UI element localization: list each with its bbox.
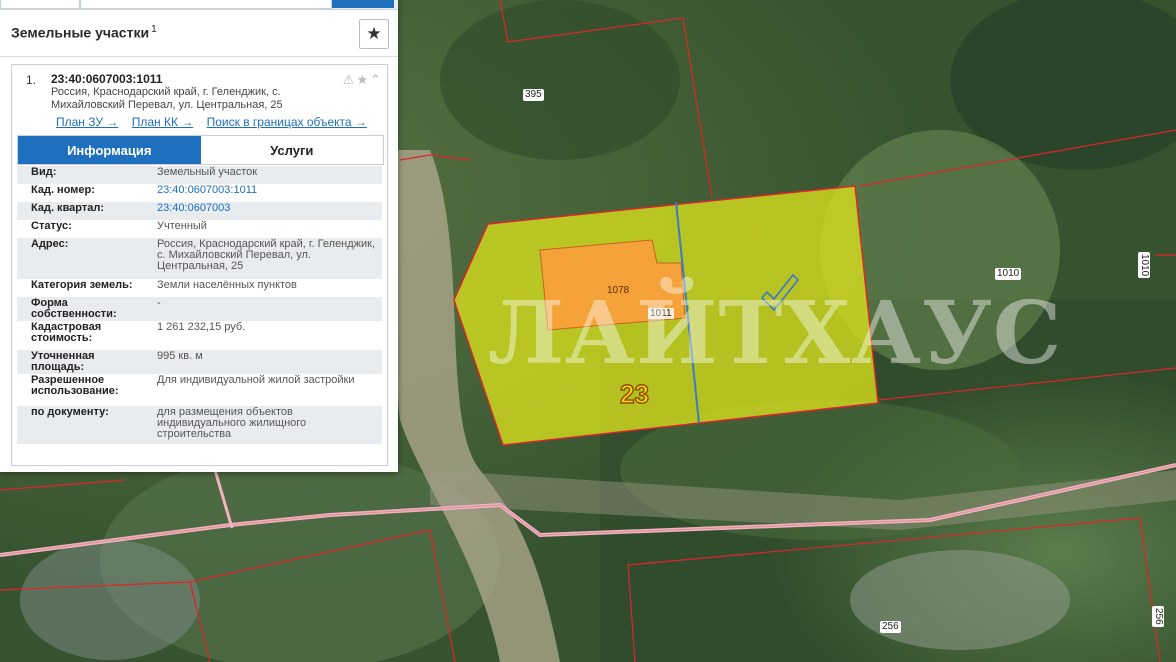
table-row: Адрес: Россия, Краснодарский край, г. Гел… (17, 238, 382, 279)
chevron-up-icon[interactable]: ⌃ (370, 72, 383, 87)
parcel-card: 1. 23:40:0607003:1011 Россия, Краснодарс… (11, 64, 388, 466)
parcel-label-1010: 1010 (995, 268, 1022, 280)
field-value[interactable]: 23:40:0607003 (143, 202, 382, 220)
tab-services[interactable]: Услуги (200, 136, 383, 164)
cadastral-number[interactable]: 23:40:0607003:1011 (51, 72, 162, 86)
field-key: Кад. номер: (31, 184, 95, 196)
card-actions: ⚠★⌃ (343, 72, 383, 88)
field-key: Уточненная площадь: (17, 350, 143, 374)
table-row: Кад. квартал: 23:40:0607003 (17, 202, 382, 220)
card-links: План ЗУ → План КК → Поиск в границах объ… (56, 115, 377, 129)
star-icon: ★ (366, 24, 382, 43)
field-key: Категория земель: (31, 279, 133, 291)
field-key: по документу: (17, 406, 143, 444)
field-key: Форма собственности: (17, 297, 143, 321)
search-in-bounds-link[interactable]: Поиск в границах объекта → (207, 115, 367, 129)
table-row: Кад. номер: 23:40:0607003:1011 (17, 184, 382, 202)
table-row: по документу: для размещения объектов инд… (17, 406, 382, 444)
table-row: Разрешенное использование: Для индивидуал… (17, 374, 382, 406)
tab-info[interactable]: Информация (18, 136, 201, 164)
field-key: Адрес: (17, 238, 143, 279)
table-row: Статус: Учтенный (17, 220, 382, 238)
search-type-select[interactable] (0, 0, 80, 9)
table-row: Кадастровая стоимость: 1 261 232,15 руб. (17, 321, 382, 350)
field-value: Земельный участок (143, 166, 382, 184)
parcel-label-395: 395 (523, 89, 544, 101)
field-value: 1 261 232,15 руб. (157, 321, 246, 333)
field-value: Земли населённых пунктов (157, 279, 297, 291)
field-value: Россия, Краснодарский край, г. Геленджик… (143, 238, 382, 279)
address-line-2: Михайловский Перевал, ул. Центральная, 2… (51, 99, 283, 111)
field-key: Вид: (17, 166, 143, 184)
result-index: 1. (26, 73, 37, 87)
table-row: Форма собственности: - (17, 297, 382, 321)
warning-icon[interactable]: ⚠ (343, 72, 357, 87)
info-table: Вид: Земельный участок Кад. номер: 23:40:06… (17, 166, 382, 444)
parcel-label-256: 256 (880, 621, 901, 633)
watermark: ЛАЙТХАУС (488, 283, 1063, 384)
field-key: Статус: (31, 220, 72, 232)
field-value: для размещения объектов индивидуального … (143, 406, 382, 444)
panel-title-text: Земельные участки (11, 24, 150, 41)
search-bar[interactable] (0, 0, 398, 10)
card-tabs: Информация Услуги (17, 135, 384, 165)
plan-zu-link[interactable]: План ЗУ → (56, 115, 118, 129)
results-panel: Земельные участки 1 ★ 1. 23:40:0607003:10… (0, 0, 398, 472)
field-key: Кадастровая стоимость: (31, 321, 102, 344)
star-icon[interactable]: ★ (356, 72, 370, 87)
field-key: Разрешенное использование: (31, 374, 119, 397)
field-key: Кад. квартал: (17, 202, 143, 220)
favorites-button[interactable]: ★ (359, 19, 389, 49)
field-value: - (143, 297, 382, 321)
parcel-address: Россия, Краснодарский край, г. Геленджик… (51, 86, 311, 112)
plan-kk-link[interactable]: План КК → (132, 115, 194, 129)
panel-header: Земельные участки 1 ★ (0, 10, 398, 57)
parcel-label-1010-edge: 1010 (1138, 252, 1150, 279)
field-value: 995 кв. м (143, 350, 382, 374)
search-input[interactable] (80, 0, 332, 9)
address-line-1: Россия, Краснодарский край, г. Геленджик… (51, 86, 281, 98)
result-count: 1 (151, 24, 157, 35)
parcel-label-256-edge: 256 (1152, 606, 1164, 627)
table-row: Вид: Земельный участок (17, 166, 382, 184)
field-value: Учтенный (157, 220, 207, 232)
field-value[interactable]: 23:40:0607003:1011 (143, 184, 382, 202)
table-row: Уточненная площадь: 995 кв. м (17, 350, 382, 374)
table-row: Категория земель: Земли населённых пункто… (17, 279, 382, 297)
search-button[interactable] (332, 0, 394, 8)
field-value: Для индивидуальной жилой застройки (157, 374, 355, 386)
panel-title: Земельные участки 1 (11, 24, 157, 41)
